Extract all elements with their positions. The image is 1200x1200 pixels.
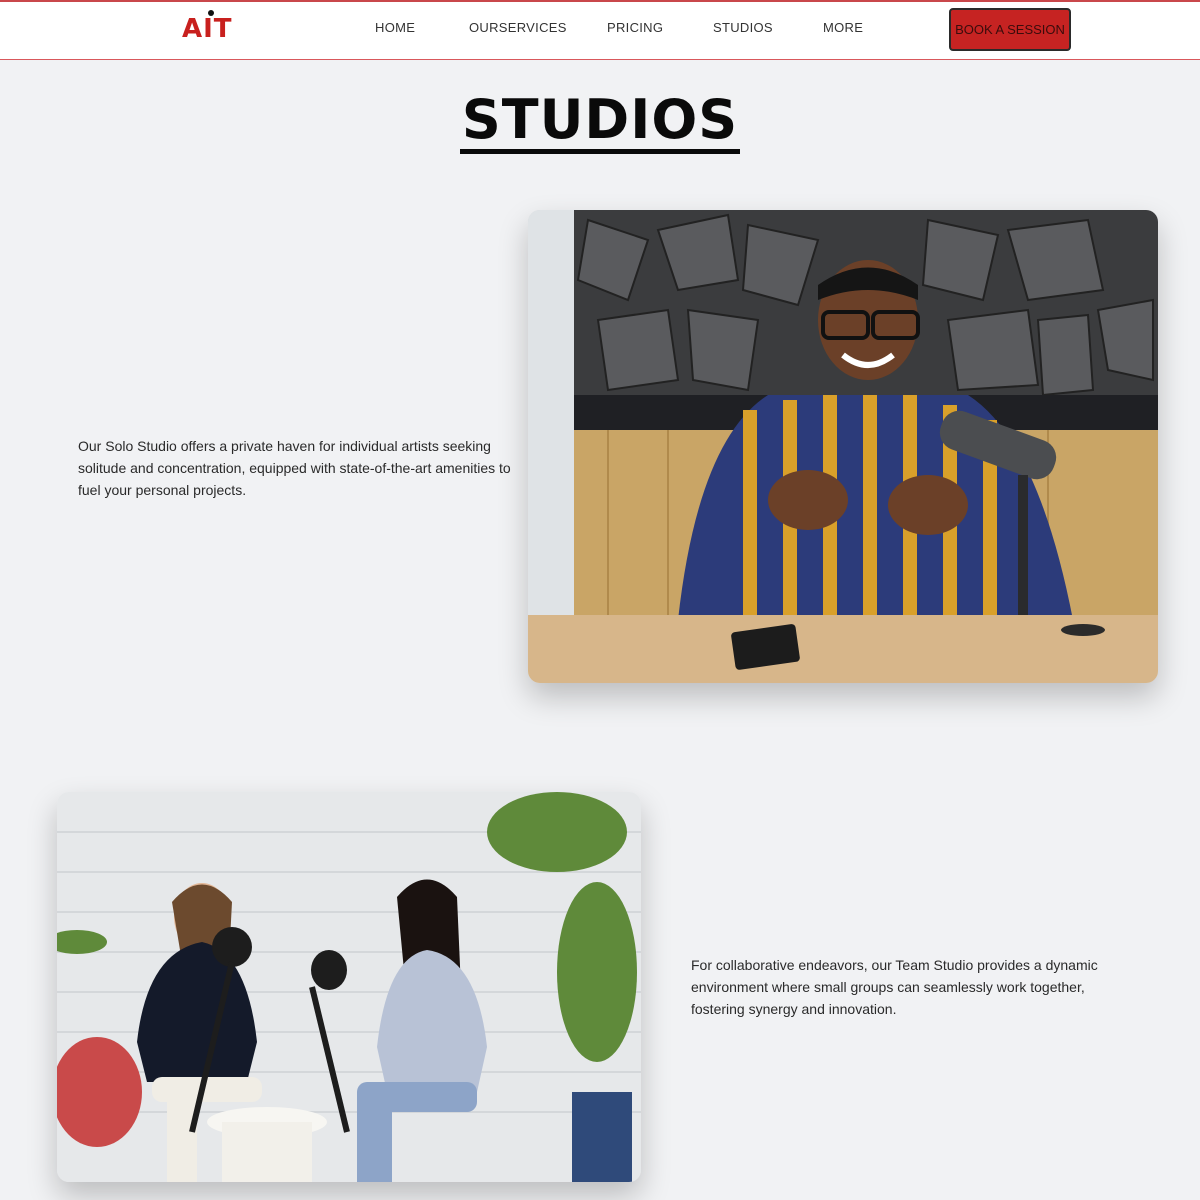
team-studio-photo (57, 792, 641, 1182)
solo-studio-photo (528, 210, 1158, 683)
nav-pricing[interactable]: PRICING (607, 20, 663, 35)
nav-more[interactable]: MORE (823, 20, 863, 35)
book-session-button[interactable]: BOOK A SESSION (949, 8, 1071, 51)
nav-our-services[interactable]: OURSERVICES (469, 20, 567, 35)
nav-home[interactable]: HOME (375, 20, 415, 35)
solo-studio-description: Our Solo Studio offers a private haven f… (78, 438, 511, 498)
page-title: STUDIOS (0, 88, 1200, 154)
nav-studios[interactable]: STUDIOS (713, 20, 773, 35)
site-header: AIT HOME OURSERVICES PRICING STUDIOS MOR… (0, 2, 1200, 60)
team-studio-description: For collaborative endeavors, our Team St… (691, 957, 1098, 1017)
